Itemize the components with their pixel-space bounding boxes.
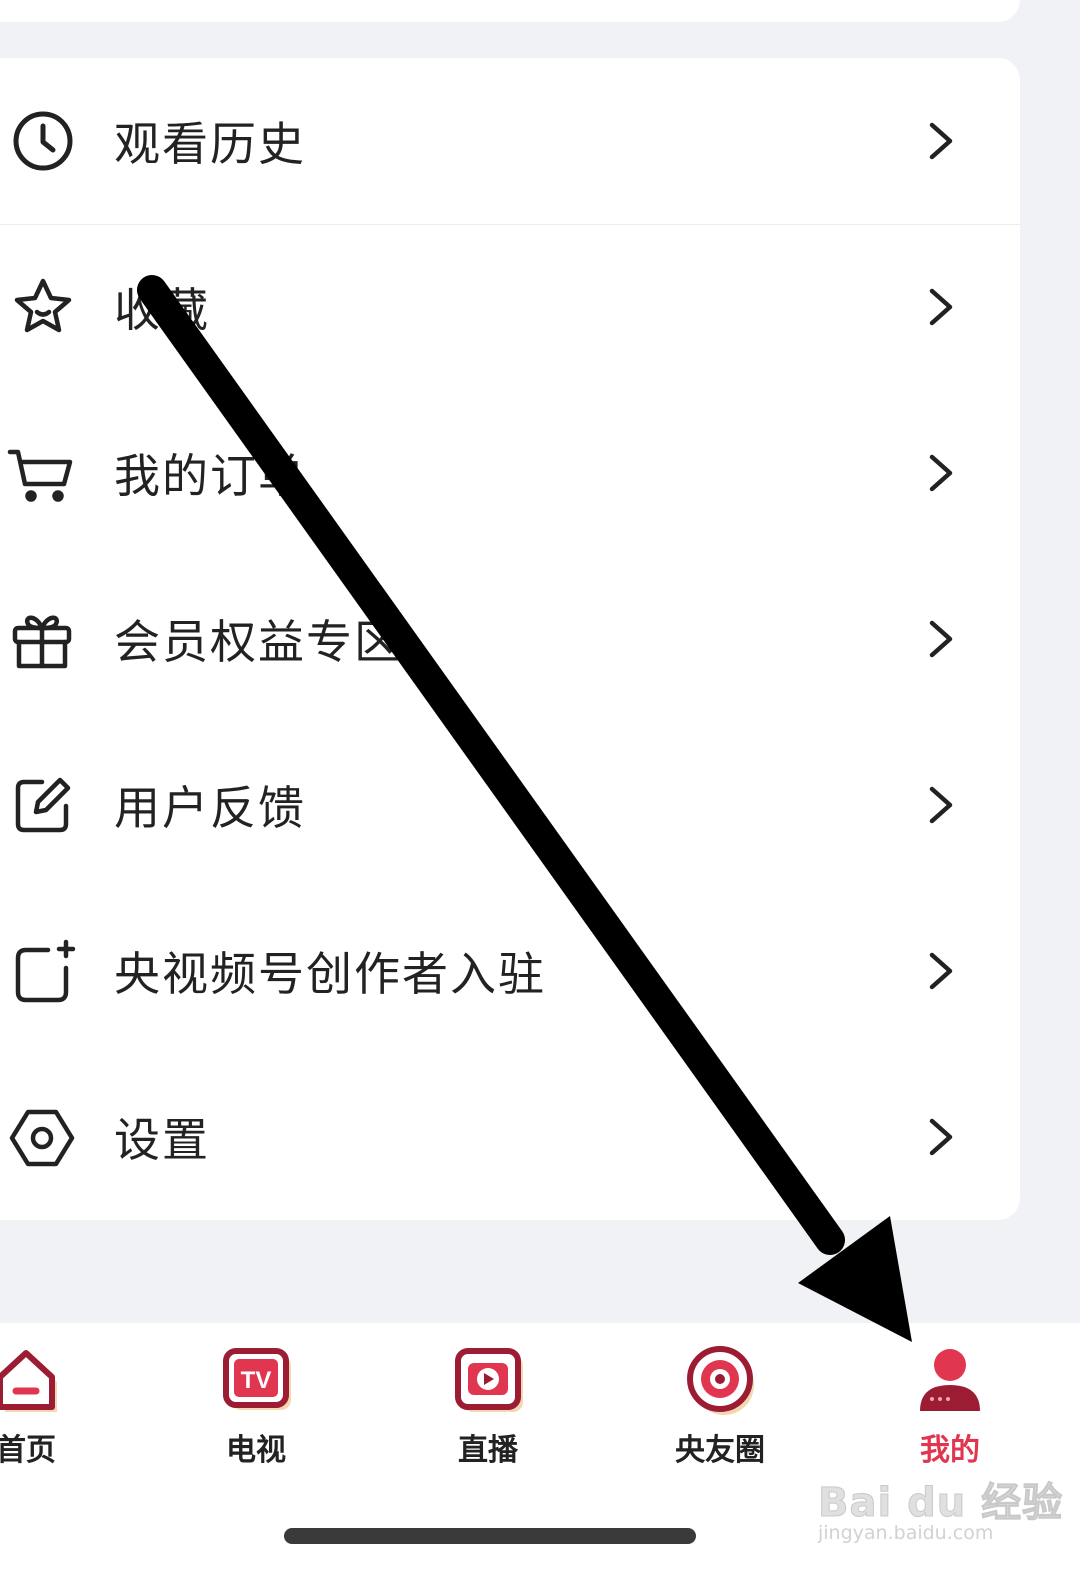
- menu-item-settings[interactable]: 设置: [0, 1054, 1020, 1220]
- chevron-right-icon: [929, 122, 953, 160]
- home-indicator: [284, 1528, 696, 1544]
- menu-label: 观看历史: [114, 117, 306, 171]
- menu-item-my-orders[interactable]: 我的订单: [0, 390, 1020, 556]
- menu-label: 会员权益专区: [114, 615, 402, 669]
- add-square-icon: [4, 934, 78, 1008]
- menu-label: 我的订单: [114, 449, 306, 503]
- chevron-right-icon: [929, 1118, 953, 1156]
- menu-label: 收藏: [114, 283, 210, 337]
- previous-card: [0, 0, 1020, 22]
- menu-item-watch-history[interactable]: 观看历史: [0, 58, 1020, 225]
- watermark-main: Bai du 经验: [817, 1480, 1064, 1527]
- tab-home[interactable]: 首页: [0, 1323, 106, 1493]
- chevron-right-icon: [929, 620, 953, 658]
- baidu-jingyan-watermark: Bai du 经验 jingyan.baidu.com: [817, 1450, 1062, 1550]
- person-icon: [920, 1349, 980, 1411]
- home-icon: [0, 1350, 57, 1412]
- cart-icon: [4, 436, 78, 510]
- target-icon: [687, 1346, 754, 1415]
- menu-label: 央视频号创作者入驻: [114, 947, 546, 1001]
- menu-item-member-benefits[interactable]: 会员权益专区: [0, 556, 1020, 722]
- hexagon-settings-icon: [4, 1100, 78, 1174]
- svg-text:TV: TV: [241, 1367, 272, 1394]
- tab-live[interactable]: 直播: [408, 1323, 568, 1493]
- menu-item-creator-signup[interactable]: 央视频号创作者入驻: [0, 888, 1020, 1054]
- live-play-icon: [455, 1348, 523, 1412]
- menu-item-favorites[interactable]: 收藏: [0, 224, 1020, 390]
- menu-card: 观看历史 收藏 我的订单 会员权益专区 用户反馈 央视频号创作者入驻 设置: [0, 58, 1020, 1220]
- menu-label: 设置: [114, 1113, 210, 1167]
- tab-label: 直播: [458, 1433, 518, 1468]
- clock-icon: [4, 104, 78, 178]
- tab-label: 央友圈: [675, 1433, 765, 1468]
- menu-label: 用户反馈: [114, 781, 306, 835]
- tab-friends-circle[interactable]: 央友圈: [640, 1323, 800, 1493]
- menu-item-user-feedback[interactable]: 用户反馈: [0, 722, 1020, 888]
- tab-tv[interactable]: TV 电视: [176, 1323, 336, 1493]
- chevron-right-icon: [929, 786, 953, 824]
- watermark-url: jingyan.baidu.com: [818, 1522, 994, 1544]
- star-icon: [4, 270, 78, 344]
- chevron-right-icon: [929, 288, 953, 326]
- gift-icon: [4, 602, 78, 676]
- chevron-right-icon: [929, 952, 953, 990]
- tab-label: 首页: [0, 1433, 56, 1468]
- chevron-right-icon: [929, 454, 953, 492]
- edit-icon: [4, 768, 78, 842]
- tv-icon: TV: [223, 1348, 291, 1410]
- tab-label: 电视: [226, 1433, 286, 1468]
